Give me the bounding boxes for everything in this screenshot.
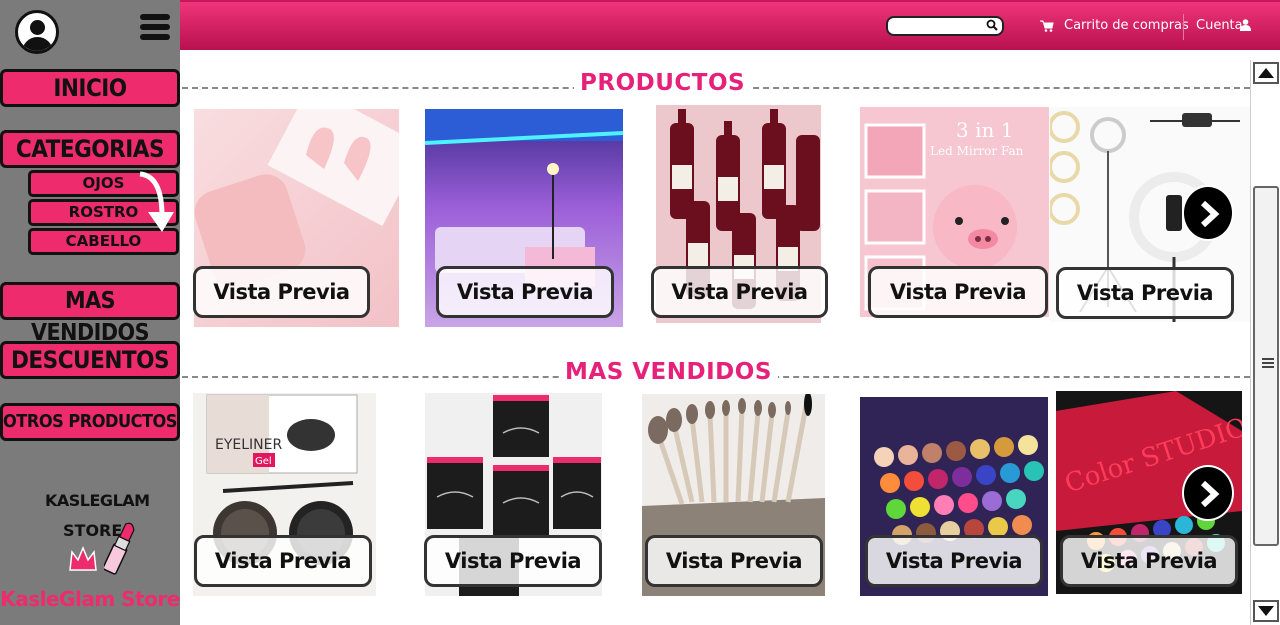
vertical-scrollbar[interactable] xyxy=(1250,60,1280,625)
user-avatar-icon[interactable] xyxy=(15,10,59,54)
scroll-up-button[interactable] xyxy=(1253,62,1279,84)
crown-icon xyxy=(69,546,97,571)
top-bar: Carrito de compras Cuenta xyxy=(180,0,1280,50)
preview-button[interactable]: Vista Previa xyxy=(194,535,372,587)
image-text: 3 in 1 xyxy=(956,118,1013,142)
svg-text:EYELINER: EYELINER xyxy=(215,437,282,453)
chevron-right-icon xyxy=(1200,201,1220,227)
section-title-mas-vendidos: MAS VENDIDOS xyxy=(559,359,778,385)
triangle-down-icon xyxy=(1258,606,1274,616)
cart-icon[interactable] xyxy=(1040,20,1054,32)
section-title-productos: PRODUCTOS xyxy=(574,70,752,96)
store-logo: KASLEGLAM STORE xyxy=(30,488,150,583)
svg-text:Gel: Gel xyxy=(255,456,272,467)
preview-button[interactable]: Vista Previa xyxy=(865,535,1043,587)
svg-text:Led Mirror Fan: Led Mirror Fan xyxy=(930,144,1024,158)
preview-button[interactable]: Vista Previa xyxy=(651,266,828,318)
preview-button[interactable]: Vista Previa xyxy=(436,266,614,318)
chevron-right-icon xyxy=(1200,481,1220,507)
logo-line1: KASLEGLAM xyxy=(45,491,150,510)
nav-descuentos-button[interactable]: DESCUENTOS xyxy=(0,341,180,379)
preview-button[interactable]: Vista Previa xyxy=(424,535,602,587)
nav-categorias-button[interactable]: CATEGORIAS xyxy=(0,130,180,168)
preview-button[interactable]: Vista Previa xyxy=(193,266,370,318)
arrow-down-icon xyxy=(139,171,174,232)
nav-inicio-button[interactable]: INICIO xyxy=(0,69,180,107)
user-icon[interactable] xyxy=(1240,19,1251,31)
preview-button[interactable]: Vista Previa xyxy=(1056,267,1234,319)
preview-button[interactable]: Vista Previa xyxy=(645,535,823,587)
grip-icon xyxy=(1262,358,1274,370)
menu-icon[interactable] xyxy=(140,14,170,46)
sidebar: INICIO CATEGORIAS OJOS ROSTRO CABELLO MA… xyxy=(0,0,180,625)
preview-button[interactable]: Vista Previa xyxy=(868,266,1048,318)
carousel-next-button[interactable] xyxy=(1182,465,1234,521)
store-name: KasleGlam Store xyxy=(0,587,180,611)
scroll-thumb[interactable] xyxy=(1253,186,1279,546)
header-divider xyxy=(1183,14,1184,40)
cart-link[interactable]: Carrito de compras xyxy=(1064,18,1189,33)
account-link[interactable]: Cuenta xyxy=(1196,18,1243,33)
lipstick-icon xyxy=(104,522,135,575)
nav-mas-vendidos-button[interactable]: MAS VENDIDOS xyxy=(0,282,180,346)
preview-button[interactable]: Vista Previa xyxy=(1060,535,1238,587)
nav-otros-productos-button[interactable]: OTROS PRODUCTOS xyxy=(0,403,180,441)
search-icon[interactable] xyxy=(986,19,998,31)
search-input[interactable] xyxy=(886,16,1004,36)
carousel-next-button[interactable] xyxy=(1182,185,1234,241)
scroll-down-button[interactable] xyxy=(1253,600,1279,622)
triangle-up-icon xyxy=(1258,68,1274,78)
